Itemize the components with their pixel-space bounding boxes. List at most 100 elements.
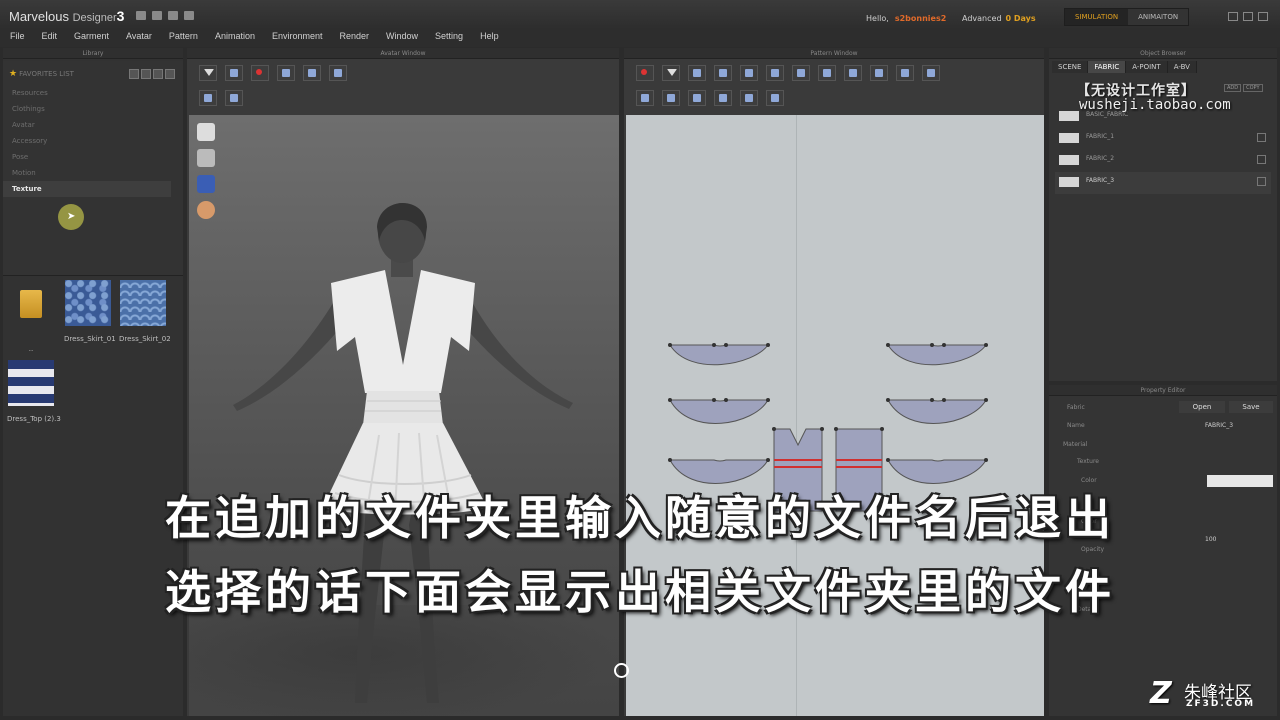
- library-item-clothings[interactable]: Clothings: [3, 101, 171, 117]
- fold-tool-icon[interactable]: [303, 65, 321, 81]
- menu-window[interactable]: Window: [386, 29, 418, 47]
- tack-icon[interactable]: [688, 90, 706, 106]
- menu-bar: File Edit Garment Avatar Pattern Animati…: [0, 29, 1280, 47]
- undo-icon[interactable]: [168, 11, 178, 20]
- move-tool-icon[interactable]: [225, 65, 243, 81]
- tab-simulation[interactable]: SIMULATION: [1065, 9, 1129, 25]
- arrange-tool-icon[interactable]: [225, 90, 243, 106]
- library-item-accessory[interactable]: Accessory: [3, 133, 171, 149]
- thumb-label: Dress_Skirt_01: [64, 335, 116, 343]
- view-icon[interactable]: [165, 69, 175, 79]
- edit-curvature-icon[interactable]: [714, 65, 732, 81]
- simulate-icon[interactable]: [636, 65, 654, 81]
- library-item-resources[interactable]: Resources: [3, 85, 171, 101]
- fabric-row-3[interactable]: FABRIC_3: [1055, 172, 1271, 194]
- pattern-toolbar: [636, 65, 940, 81]
- rectangle-icon[interactable]: [792, 65, 810, 81]
- edit-texture-icon[interactable]: [740, 90, 758, 106]
- menu-avatar[interactable]: Avatar: [126, 29, 152, 47]
- edit-icon[interactable]: [153, 69, 163, 79]
- transform-pattern-icon[interactable]: [662, 65, 680, 81]
- favorites-list[interactable]: ★ FAVORITES LIST: [9, 69, 74, 79]
- library-header: Library: [3, 48, 183, 59]
- zoom-icon[interactable]: [766, 90, 784, 106]
- avatar-figure: [233, 203, 573, 703]
- menu-help[interactable]: Help: [480, 29, 499, 47]
- add-point-icon[interactable]: [740, 65, 758, 81]
- menu-garment[interactable]: Garment: [74, 29, 109, 47]
- fabric-row-1[interactable]: FABRIC_1: [1055, 128, 1271, 150]
- quick-toolbar: [136, 11, 194, 20]
- save-button[interactable]: Save: [1229, 401, 1273, 413]
- texture-row: Texture: [1049, 454, 1277, 470]
- home-icon[interactable]: [129, 69, 139, 79]
- maximize-icon[interactable]: [1243, 12, 1253, 21]
- menu-edit[interactable]: Edit: [42, 29, 58, 47]
- delete-icon[interactable]: [1257, 177, 1266, 186]
- tab-a-bv[interactable]: A-BV: [1167, 61, 1197, 73]
- save-icon[interactable]: [136, 11, 146, 20]
- thumb-parent-folder[interactable]: ..: [7, 280, 55, 353]
- points-tool-icon[interactable]: [199, 90, 217, 106]
- library-item-pose[interactable]: Pose: [3, 149, 171, 165]
- menu-setting[interactable]: Setting: [435, 29, 463, 47]
- segment-sewing-icon[interactable]: [636, 90, 654, 106]
- library-item-motion[interactable]: Motion: [3, 165, 171, 181]
- thumb-label: Dress_Top (2).3: [7, 415, 61, 423]
- menu-environment[interactable]: Environment: [272, 29, 323, 47]
- menu-render[interactable]: Render: [340, 29, 370, 47]
- library-item-texture[interactable]: Texture: [3, 181, 171, 197]
- username[interactable]: s2bonnies2: [895, 14, 946, 23]
- edit-pattern-icon[interactable]: [688, 65, 706, 81]
- pin-tool-icon[interactable]: [251, 65, 269, 81]
- select-tool-icon[interactable]: [199, 65, 217, 81]
- tab-fabric[interactable]: FABRIC: [1088, 61, 1127, 73]
- fabric-color-swatch: [1059, 155, 1079, 165]
- thumb-dress-skirt-01[interactable]: Dress_Skirt_01: [64, 280, 116, 343]
- thumb-dress-skirt-02[interactable]: Dress_Skirt_02: [119, 280, 171, 343]
- tab-animation[interactable]: ANIMAITON: [1128, 9, 1189, 25]
- add-fabric-button[interactable]: ADD: [1224, 84, 1242, 92]
- folder-icon: [20, 290, 42, 318]
- internal-rect-icon[interactable]: [870, 65, 888, 81]
- internal-circle-icon[interactable]: [896, 65, 914, 81]
- free-sewing-icon[interactable]: [662, 90, 680, 106]
- redo-icon[interactable]: [184, 11, 194, 20]
- close-icon[interactable]: [1258, 12, 1268, 21]
- property-editor: Property Editor Fabric Open Save Name FA…: [1049, 385, 1277, 716]
- tab-a-point[interactable]: A-POINT: [1126, 61, 1168, 73]
- thumb-dress-top[interactable]: Dress_Top (2).3: [7, 360, 61, 423]
- fold-arrange-icon[interactable]: [714, 90, 732, 106]
- library-items: Resources Clothings Avatar Accessory Pos…: [3, 85, 171, 197]
- fabric-row-2[interactable]: FABRIC_2: [1055, 150, 1271, 172]
- texture-label: Texture: [1077, 458, 1099, 465]
- menu-pattern[interactable]: Pattern: [169, 29, 198, 47]
- minimize-icon[interactable]: [1228, 12, 1238, 21]
- delete-icon[interactable]: [1257, 133, 1266, 142]
- circle-icon[interactable]: [818, 65, 836, 81]
- dart-icon[interactable]: [922, 65, 940, 81]
- internal-polygon-icon[interactable]: [844, 65, 862, 81]
- folder-up-icon[interactable]: [141, 69, 151, 79]
- pattern-viewport[interactable]: [626, 115, 1044, 716]
- menu-file[interactable]: File: [10, 29, 25, 47]
- open-button[interactable]: Open: [1179, 401, 1225, 413]
- property-editor-header: Property Editor: [1049, 385, 1277, 396]
- polygon-icon[interactable]: [766, 65, 784, 81]
- shirt-tool-icon[interactable]: [277, 65, 295, 81]
- pattern-toolbar-2: [636, 90, 784, 106]
- app-title: Marvelous Designer3: [9, 8, 124, 24]
- avatar-toolbar-2: [199, 90, 243, 106]
- open-icon[interactable]: [152, 11, 162, 20]
- delete-icon[interactable]: [1257, 155, 1266, 164]
- avatar-viewport[interactable]: [189, 115, 619, 716]
- menu-animation[interactable]: Animation: [215, 29, 255, 47]
- tab-scene[interactable]: SCENE: [1052, 61, 1089, 73]
- measure-tool-icon[interactable]: [329, 65, 347, 81]
- copy-fabric-button[interactable]: COPY: [1243, 84, 1263, 92]
- library-item-avatar[interactable]: Avatar: [3, 117, 171, 133]
- license-label: Advanced: [962, 14, 1002, 23]
- star-icon: ★: [9, 69, 18, 79]
- name-field[interactable]: FABRIC_3: [1205, 422, 1233, 429]
- name-label: Name: [1067, 422, 1085, 429]
